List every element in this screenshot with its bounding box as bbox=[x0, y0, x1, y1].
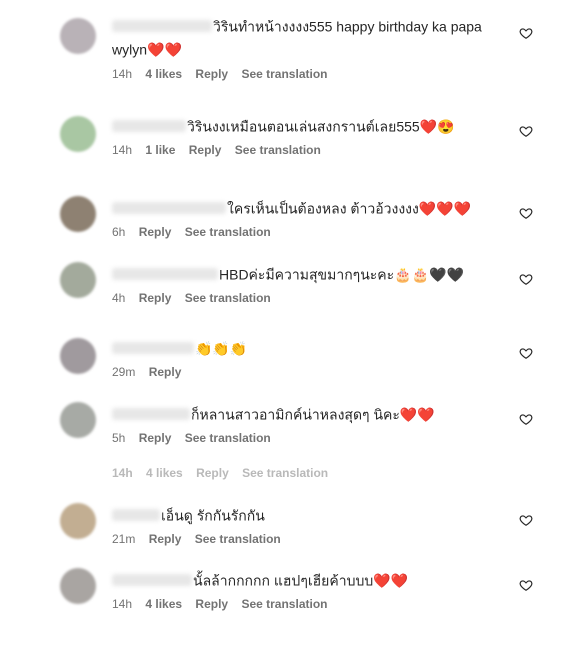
username-blurred[interactable] bbox=[112, 268, 218, 281]
overlap-artifact: · · · bbox=[150, 166, 176, 172]
avatar[interactable] bbox=[60, 402, 96, 438]
comment-text: 👏👏👏 bbox=[195, 340, 248, 357]
comment-text-line: 👏👏👏 bbox=[112, 336, 512, 359]
like-button[interactable] bbox=[519, 513, 533, 527]
comment-time: 14h bbox=[112, 66, 133, 81]
comment-body: นั้ลล้ากกกกก แฮปๆเฮียค้าบบบ❤️❤️ 14h 4 li… bbox=[112, 568, 512, 611]
like-button[interactable] bbox=[519, 272, 533, 286]
like-button[interactable] bbox=[519, 346, 533, 360]
comment-time: 29m bbox=[112, 365, 136, 380]
comment-text-line: ใครเห็นเป็นต้องหลง ต้าวอ้วงงงง❤️❤️❤️ bbox=[112, 196, 512, 219]
ghost-time: 14h bbox=[112, 466, 133, 480]
comment-meta: 29m Reply bbox=[112, 365, 512, 379]
see-translation-link[interactable]: See translation bbox=[241, 67, 327, 81]
see-translation-link[interactable]: See translation bbox=[185, 225, 271, 239]
like-button[interactable] bbox=[519, 412, 533, 426]
comment-meta: 4h Reply See translation bbox=[112, 291, 512, 305]
username-blurred[interactable] bbox=[112, 120, 186, 133]
reply-button[interactable]: Reply bbox=[149, 365, 182, 379]
comment-text-line: HBDค่ะมีความสุขมากๆนะคะ🎂🎂🖤🖤 bbox=[112, 262, 512, 285]
comment-body: วิรินทำหน้างงงง555 happy birthday ka pap… bbox=[112, 14, 512, 81]
avatar[interactable] bbox=[60, 116, 96, 152]
username-blurred[interactable] bbox=[112, 20, 212, 33]
username-blurred[interactable] bbox=[112, 574, 192, 587]
heart-outline-icon bbox=[519, 274, 533, 285]
see-translation-link[interactable]: See translation bbox=[195, 532, 281, 546]
comment-meta: 5h Reply See translation bbox=[112, 431, 512, 445]
likes-count-link[interactable]: 1 like bbox=[145, 143, 175, 157]
likes-count-link[interactable]: 4 likes bbox=[145, 597, 182, 611]
like-button[interactable] bbox=[519, 578, 533, 592]
comment-body: 👏👏👏 29m Reply bbox=[112, 336, 512, 379]
faded-meta-row: 14h 4 likes Reply See translation bbox=[112, 466, 338, 480]
comment-body: ก็หลานสาวอามิกค์น่าหลงสุดๆ นิคะ❤️❤️ 5h R… bbox=[112, 402, 512, 445]
avatar[interactable] bbox=[60, 196, 96, 232]
see-translation-link[interactable]: See translation bbox=[185, 291, 271, 305]
comment-text: นั้ลล้ากกกกก แฮปๆเฮียค้าบบบ❤️❤️ bbox=[193, 572, 409, 589]
reply-button[interactable]: Reply bbox=[139, 225, 172, 239]
comment-text-line: วิรินทำหน้างงงง555 happy birthday ka pap… bbox=[112, 14, 512, 61]
username-blurred[interactable] bbox=[112, 342, 194, 355]
avatar[interactable] bbox=[60, 18, 96, 54]
username-blurred[interactable] bbox=[112, 408, 190, 421]
see-translation-link[interactable]: See translation bbox=[241, 597, 327, 611]
ghost-see-translation: See translation bbox=[242, 466, 329, 480]
avatar[interactable] bbox=[60, 503, 96, 539]
comment-text: เอ็นดู รักกันรักกัน bbox=[161, 507, 265, 524]
comment-text: วิรินงงเหมือนตอนเล่นสงกรานต์เลย555❤️😍 bbox=[187, 118, 455, 135]
comment-text-line: นั้ลล้ากกกกก แฮปๆเฮียค้าบบบ❤️❤️ bbox=[112, 568, 512, 591]
comment-body: เอ็นดู รักกันรักกัน 21m Reply See transl… bbox=[112, 503, 512, 546]
comment-text: ใครเห็นเป็นต้องหลง ต้าวอ้วงงงง❤️❤️❤️ bbox=[227, 200, 472, 217]
heart-outline-icon bbox=[519, 348, 533, 359]
see-translation-link[interactable]: See translation bbox=[185, 431, 271, 445]
reply-button[interactable]: Reply bbox=[139, 431, 172, 445]
comment-time: 21m bbox=[112, 532, 136, 547]
comment-meta: 14h 4 likes Reply See translation bbox=[112, 67, 512, 81]
likes-count-link[interactable]: 4 likes bbox=[145, 67, 182, 81]
ghost-reply: Reply bbox=[196, 466, 229, 480]
comment-time: 5h bbox=[112, 431, 126, 446]
comment-text: HBDค่ะมีความสุขมากๆนะคะ🎂🎂🖤🖤 bbox=[219, 266, 464, 283]
comment-text-line: ก็หลานสาวอามิกค์น่าหลงสุดๆ นิคะ❤️❤️ bbox=[112, 402, 512, 425]
comment-time: 6h bbox=[112, 225, 126, 240]
comment-time: 14h bbox=[112, 597, 133, 612]
comment-meta: 14h 1 like Reply See translation bbox=[112, 143, 512, 157]
like-button[interactable] bbox=[519, 124, 533, 138]
comment-time: 14h bbox=[112, 143, 133, 158]
heart-outline-icon bbox=[519, 28, 533, 39]
reply-button[interactable]: Reply bbox=[195, 597, 228, 611]
username-blurred[interactable] bbox=[112, 202, 226, 215]
heart-outline-icon bbox=[519, 515, 533, 526]
comment-text-line: เอ็นดู รักกันรักกัน bbox=[112, 503, 512, 526]
avatar[interactable] bbox=[60, 568, 96, 604]
reply-button[interactable]: Reply bbox=[189, 143, 222, 157]
heart-outline-icon bbox=[519, 126, 533, 137]
comment-meta: 21m Reply See translation bbox=[112, 532, 512, 546]
see-translation-link[interactable]: See translation bbox=[235, 143, 321, 157]
like-button[interactable] bbox=[519, 26, 533, 40]
comment-meta: 14h 4 likes Reply See translation bbox=[112, 597, 512, 611]
comment-meta: 6h Reply See translation bbox=[112, 225, 512, 239]
comment-body: HBDค่ะมีความสุขมากๆนะคะ🎂🎂🖤🖤 4h Reply See… bbox=[112, 262, 512, 305]
heart-outline-icon bbox=[519, 580, 533, 591]
avatar[interactable] bbox=[60, 338, 96, 374]
comment-body: วิรินงงเหมือนตอนเล่นสงกรานต์เลย555❤️😍 14… bbox=[112, 114, 512, 157]
comment-time: 4h bbox=[112, 291, 126, 306]
comment-text-line: วิรินงงเหมือนตอนเล่นสงกรานต์เลย555❤️😍 bbox=[112, 114, 512, 137]
reply-button[interactable]: Reply bbox=[195, 67, 228, 81]
heart-outline-icon bbox=[519, 208, 533, 219]
comment-body: ใครเห็นเป็นต้องหลง ต้าวอ้วงงงง❤️❤️❤️ 6h … bbox=[112, 196, 512, 239]
comment-text: ก็หลานสาวอามิกค์น่าหลงสุดๆ นิคะ❤️❤️ bbox=[191, 406, 435, 423]
heart-outline-icon bbox=[519, 414, 533, 425]
username-blurred[interactable] bbox=[112, 509, 160, 522]
avatar[interactable] bbox=[60, 262, 96, 298]
reply-button[interactable]: Reply bbox=[139, 291, 172, 305]
like-button[interactable] bbox=[519, 206, 533, 220]
reply-button[interactable]: Reply bbox=[149, 532, 182, 546]
ghost-likes: 4 likes bbox=[146, 466, 183, 480]
